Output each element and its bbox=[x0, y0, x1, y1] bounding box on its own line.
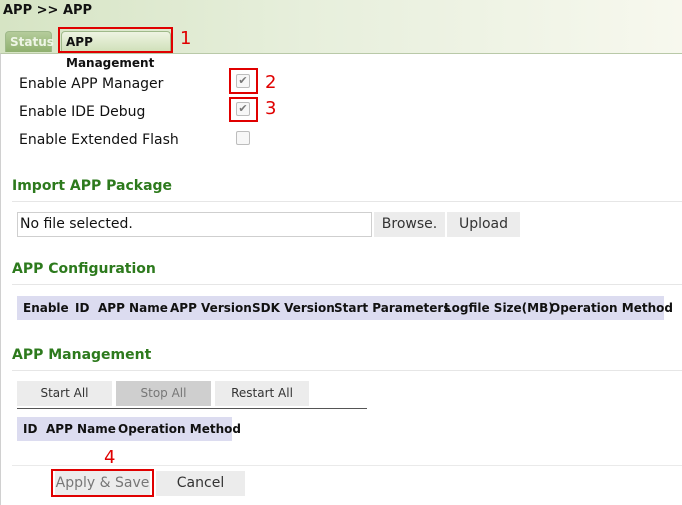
management-section-title: APP Management bbox=[12, 347, 152, 363]
enable-app-manager-label: Enable APP Manager bbox=[19, 76, 164, 92]
callout-label-3: 3 bbox=[265, 98, 277, 119]
file-name-field[interactable]: No file selected. bbox=[17, 212, 372, 237]
column-header: Logfile Size(MB) bbox=[444, 301, 554, 315]
column-header: SDK Version bbox=[252, 301, 335, 315]
callout-label-1: 1 bbox=[180, 28, 192, 49]
column-header: Operation Method bbox=[118, 422, 241, 436]
breadcrumb: APP >> APP bbox=[3, 3, 93, 18]
enable-ide-debug-label: Enable IDE Debug bbox=[19, 104, 146, 120]
import-divider bbox=[12, 201, 682, 202]
config-table-header: Enable ID APP Name APP Version SDK Versi… bbox=[17, 296, 673, 320]
column-header: Operation Method bbox=[550, 301, 673, 315]
column-header: Start Parameters bbox=[334, 301, 451, 315]
enable-extended-flash-label: Enable Extended Flash bbox=[19, 132, 179, 148]
config-section-title: APP Configuration bbox=[12, 261, 156, 277]
enable-extended-flash-checkbox[interactable] bbox=[236, 131, 250, 145]
callout-label-4: 4 bbox=[104, 447, 116, 468]
column-header: ID bbox=[23, 422, 38, 436]
column-header: APP Name bbox=[98, 301, 168, 315]
management-divider bbox=[12, 370, 682, 371]
column-header: APP Name bbox=[46, 422, 116, 436]
start-all-button[interactable]: Start All bbox=[17, 381, 112, 406]
cancel-button[interactable]: Cancel bbox=[156, 471, 245, 496]
import-section-title: Import APP Package bbox=[12, 178, 173, 194]
restart-all-button[interactable]: Restart All bbox=[215, 381, 309, 406]
upload-button[interactable]: Upload bbox=[447, 212, 520, 237]
stop-all-button[interactable]: Stop All bbox=[116, 381, 211, 406]
column-header: Enable bbox=[23, 301, 69, 315]
column-header: APP Version bbox=[170, 301, 252, 315]
management-table-header: ID APP Name Operation Method bbox=[17, 417, 241, 441]
button-row-underline bbox=[17, 408, 367, 409]
callout-box-4 bbox=[51, 469, 154, 497]
tab-status[interactable]: Status bbox=[5, 31, 54, 52]
callout-box-3 bbox=[229, 97, 258, 122]
callout-box-2 bbox=[229, 68, 258, 94]
config-divider bbox=[12, 284, 682, 285]
column-header: ID bbox=[75, 301, 90, 315]
callout-box-1 bbox=[58, 27, 173, 53]
browse-button[interactable]: Browse. bbox=[374, 212, 445, 237]
callout-label-2: 2 bbox=[265, 72, 277, 93]
